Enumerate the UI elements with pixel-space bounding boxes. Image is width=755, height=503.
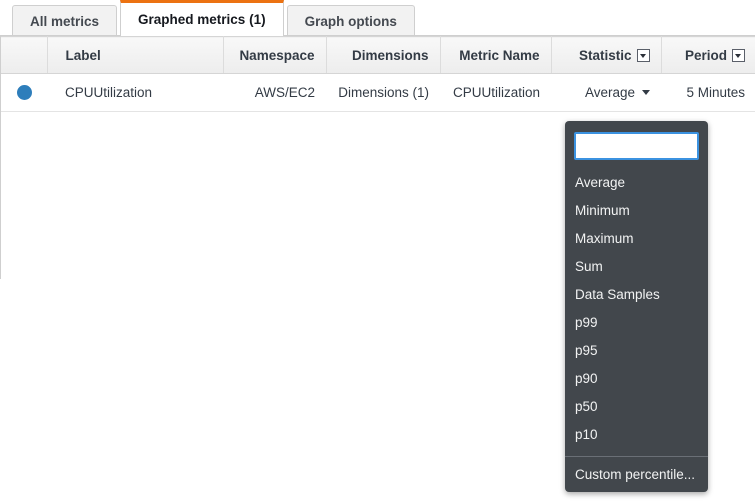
dropdown-caret-box-icon[interactable] bbox=[637, 49, 650, 62]
statistic-dropdown-trigger[interactable]: Average bbox=[585, 85, 650, 100]
statistic-option-average[interactable]: Average bbox=[565, 169, 708, 197]
row-namespace-cell: AWS/EC2 bbox=[223, 74, 326, 112]
dropdown-caret-box-icon[interactable] bbox=[732, 49, 745, 62]
tab-strip: All metrics Graphed metrics (1) Graph op… bbox=[0, 0, 755, 36]
statistic-option-label: Sum bbox=[575, 259, 603, 274]
column-header-period[interactable]: Period bbox=[661, 37, 755, 74]
tab-graph-options-label: Graph options bbox=[305, 14, 397, 29]
dropdown-divider bbox=[565, 456, 708, 457]
column-header-statistic-text: Statistic bbox=[579, 48, 632, 63]
column-header-period-text: Period bbox=[685, 48, 727, 63]
column-header-label[interactable]: Label bbox=[47, 37, 223, 74]
row-statistic-text: Average bbox=[585, 85, 635, 100]
tab-all-metrics-label: All metrics bbox=[30, 14, 99, 29]
column-header-dimensions[interactable]: Dimensions bbox=[326, 37, 440, 74]
statistic-option-p99[interactable]: p99 bbox=[565, 309, 708, 337]
statistic-dropdown-list: Average Minimum Maximum Sum Data Samples… bbox=[565, 167, 708, 489]
column-header-label-text: Label bbox=[66, 48, 101, 63]
statistic-search-input[interactable] bbox=[574, 132, 699, 160]
statistic-option-sum[interactable]: Sum bbox=[565, 253, 708, 281]
column-header-metric-name[interactable]: Metric Name bbox=[440, 37, 551, 74]
statistic-option-p50[interactable]: p50 bbox=[565, 393, 708, 421]
statistic-option-label: p90 bbox=[575, 371, 598, 386]
row-namespace-text: AWS/EC2 bbox=[255, 85, 315, 100]
statistic-option-custom-percentile[interactable]: Custom percentile... bbox=[565, 461, 708, 489]
row-color-swatch-cell[interactable] bbox=[1, 74, 47, 112]
row-period-cell[interactable]: 5 Minutes bbox=[661, 74, 755, 112]
tab-graphed-metrics-label: Graphed metrics (1) bbox=[138, 12, 266, 27]
chevron-down-icon bbox=[642, 90, 650, 95]
table-header: Label Namespace Dimensions Metric Name S… bbox=[1, 37, 755, 74]
tab-graph-options[interactable]: Graph options bbox=[287, 5, 415, 36]
statistic-option-minimum[interactable]: Minimum bbox=[565, 197, 708, 225]
statistic-option-p90[interactable]: p90 bbox=[565, 365, 708, 393]
series-color-swatch-icon[interactable] bbox=[17, 85, 32, 100]
table-body: CPUUtilization AWS/EC2 Dimensions (1) CP… bbox=[1, 74, 755, 112]
statistic-option-label: Average bbox=[575, 175, 625, 190]
statistic-option-label: p99 bbox=[575, 315, 598, 330]
statistic-option-p95[interactable]: p95 bbox=[565, 337, 708, 365]
statistic-option-label: Custom percentile... bbox=[575, 467, 695, 482]
statistic-option-label: Data Samples bbox=[575, 287, 660, 302]
row-period-text: 5 Minutes bbox=[686, 85, 745, 100]
graphed-metrics-table: Label Namespace Dimensions Metric Name S… bbox=[1, 36, 755, 112]
statistic-option-label: p95 bbox=[575, 343, 598, 358]
statistic-option-label: Maximum bbox=[575, 231, 634, 246]
table-header-row: Label Namespace Dimensions Metric Name S… bbox=[1, 37, 755, 74]
row-metric-name-cell: CPUUtilization bbox=[440, 74, 551, 112]
statistic-dropdown-search-wrap bbox=[565, 121, 708, 167]
row-statistic-cell[interactable]: Average bbox=[551, 74, 661, 112]
statistic-option-label: p50 bbox=[575, 399, 598, 414]
table-row[interactable]: CPUUtilization AWS/EC2 Dimensions (1) CP… bbox=[1, 74, 755, 112]
statistic-dropdown-menu: Average Minimum Maximum Sum Data Samples… bbox=[565, 121, 708, 492]
column-header-namespace[interactable]: Namespace bbox=[223, 37, 326, 74]
column-header-swatch bbox=[1, 37, 47, 74]
statistic-option-maximum[interactable]: Maximum bbox=[565, 225, 708, 253]
row-dimensions-cell[interactable]: Dimensions (1) bbox=[326, 74, 440, 112]
column-header-statistic[interactable]: Statistic bbox=[551, 37, 661, 74]
column-header-dimensions-text: Dimensions bbox=[352, 48, 429, 63]
statistic-option-label: Minimum bbox=[575, 203, 630, 218]
row-metric-name-text: CPUUtilization bbox=[453, 85, 540, 100]
column-header-namespace-text: Namespace bbox=[239, 48, 314, 63]
row-dimensions-text: Dimensions (1) bbox=[338, 85, 429, 100]
row-label-cell[interactable]: CPUUtilization bbox=[47, 74, 223, 112]
statistic-option-p10[interactable]: p10 bbox=[565, 421, 708, 449]
tab-all-metrics[interactable]: All metrics bbox=[12, 5, 117, 36]
tab-graphed-metrics[interactable]: Graphed metrics (1) bbox=[120, 0, 284, 36]
statistic-option-data-samples[interactable]: Data Samples bbox=[565, 281, 708, 309]
column-header-metric-name-text: Metric Name bbox=[459, 48, 539, 63]
row-label-text: CPUUtilization bbox=[65, 85, 152, 100]
statistic-option-label: p10 bbox=[575, 427, 598, 442]
